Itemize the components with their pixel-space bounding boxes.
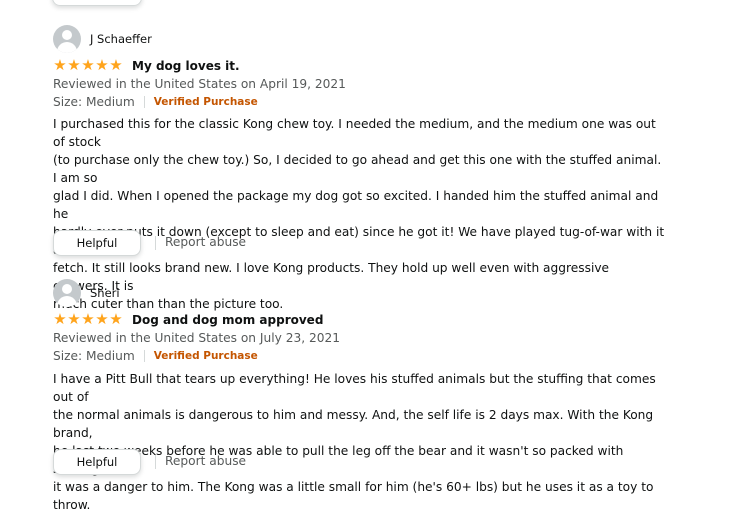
verified-purchase-badge: Verified Purchase	[153, 350, 258, 362]
star-icon: ★	[95, 310, 109, 328]
review-date: Reviewed in the United States on July 23…	[53, 331, 340, 345]
star-icon: ★	[81, 310, 95, 328]
helpful-button[interactable]: Helpful	[53, 449, 141, 475]
review-body-line: I purchased this for the classic Kong ch…	[53, 117, 656, 149]
review-title[interactable]: My dog loves it.	[132, 59, 240, 73]
star-icon: ★	[109, 56, 123, 74]
review-body-line: the normal animals is dangerous to him a…	[53, 408, 654, 440]
star-icon: ★	[81, 56, 95, 74]
star-icon: ★	[53, 56, 67, 74]
review-body: I purchased this for the classic Kong ch…	[53, 115, 665, 313]
reviewer-profile[interactable]: J Schaeffer	[53, 25, 152, 53]
review-body-line: glad I did. When I opened the package my…	[53, 189, 659, 221]
divider	[155, 455, 156, 469]
review-date: Reviewed in the United States on April 1…	[53, 77, 346, 91]
review-title[interactable]: Dog and dog mom approved	[132, 313, 323, 327]
verified-purchase-badge: Verified Purchase	[153, 96, 258, 108]
review-title-row: ★ ★ ★ ★ ★ My dog loves it.	[53, 58, 240, 73]
reviewer-name: J Schaeffer	[90, 32, 152, 46]
review-body-line: I have a Pitt Bull that tears up everyth…	[53, 372, 656, 404]
report-abuse-link[interactable]: Report abuse	[165, 454, 246, 468]
size-label[interactable]: Size: Medium	[53, 95, 135, 109]
helpful-button[interactable]: Helpful	[53, 230, 141, 256]
review-body-line: (to purchase only the chew toy.) So, I d…	[53, 153, 662, 185]
review-body-line: it was a danger to him. The Kong was a l…	[53, 480, 654, 512]
reviewer-name: Sheri	[90, 286, 120, 300]
size-label[interactable]: Size: Medium	[53, 349, 135, 363]
review-format: Size: Medium Verified Purchase	[53, 95, 258, 109]
review-body-line: much cuter than than the picture too.	[53, 297, 284, 311]
star-icon: ★	[109, 310, 123, 328]
reviewer-profile[interactable]: Sheri	[53, 279, 120, 307]
star-icon: ★	[95, 56, 109, 74]
review-title-row: ★ ★ ★ ★ ★ Dog and dog mom approved	[53, 312, 323, 327]
star-rating[interactable]: ★ ★ ★ ★ ★	[53, 312, 123, 327]
review-body-line: he last two weeks before he was able to …	[53, 444, 624, 476]
review-body-line: hardly ever puts it down (except to slee…	[53, 225, 665, 257]
avatar-icon	[53, 25, 81, 53]
report-abuse-link[interactable]: Report abuse	[165, 235, 246, 249]
previous-helpful-button[interactable]	[52, 0, 142, 6]
star-icon: ★	[53, 310, 67, 328]
divider	[155, 236, 156, 250]
star-icon: ★	[67, 310, 81, 328]
review-format: Size: Medium Verified Purchase	[53, 349, 258, 363]
divider	[143, 96, 145, 108]
star-rating[interactable]: ★ ★ ★ ★ ★	[53, 58, 123, 73]
avatar-icon	[53, 279, 81, 307]
review-body: I have a Pitt Bull that tears up everyth…	[53, 370, 665, 514]
divider	[143, 350, 145, 362]
star-icon: ★	[67, 56, 81, 74]
review-body-line: fetch. It still looks brand new. I love …	[53, 261, 610, 293]
